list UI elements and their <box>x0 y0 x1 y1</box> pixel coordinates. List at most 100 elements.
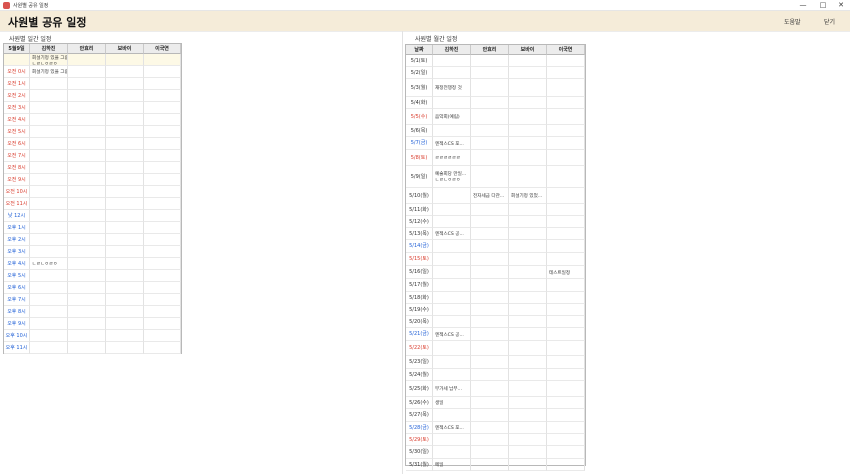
daily-row-label[interactable]: 오후 7시 <box>4 294 30 306</box>
monthly-row-label[interactable]: 5/30(일) <box>406 446 433 459</box>
daily-cell[interactable] <box>106 90 144 102</box>
monthly-cell[interactable] <box>547 369 585 381</box>
daily-cell[interactable] <box>68 306 106 318</box>
daily-cell[interactable] <box>68 150 106 162</box>
monthly-cell[interactable] <box>471 381 509 397</box>
daily-cell[interactable] <box>30 246 68 258</box>
monthly-cell[interactable] <box>471 253 509 266</box>
daily-row-label[interactable] <box>4 54 30 66</box>
monthly-cell[interactable] <box>547 228 585 240</box>
monthly-row-label[interactable]: 5/21(금) <box>406 328 433 341</box>
daily-cell[interactable] <box>30 270 68 282</box>
monthly-row-label[interactable]: 5/8(토) <box>406 150 433 166</box>
monthly-schedule-entry[interactable]: 엔젝스CS 공... <box>435 332 470 338</box>
monthly-cell[interactable] <box>433 434 471 446</box>
daily-row-label[interactable]: 오전 11시 <box>4 198 30 210</box>
daily-cell[interactable] <box>68 330 106 342</box>
monthly-row-label[interactable]: 5/31(월) <box>406 459 433 471</box>
monthly-schedule-entry[interactable]: 엔젝스CS 포... <box>435 425 470 431</box>
daily-cell[interactable] <box>106 126 144 138</box>
monthly-cell[interactable] <box>433 279 471 292</box>
daily-cell[interactable] <box>30 318 68 330</box>
monthly-column-header-2[interactable]: 안효리 <box>471 45 509 55</box>
monthly-row-label[interactable]: 5/12(수) <box>406 216 433 228</box>
daily-row-label[interactable]: 오전 3시 <box>4 102 30 114</box>
daily-cell[interactable] <box>144 126 181 138</box>
daily-cell[interactable] <box>68 90 106 102</box>
daily-cell[interactable] <box>144 330 181 342</box>
daily-cell[interactable] <box>68 126 106 138</box>
daily-cell[interactable] <box>144 174 181 186</box>
monthly-cell[interactable] <box>433 253 471 266</box>
monthly-cell[interactable] <box>471 279 509 292</box>
monthly-cell[interactable] <box>547 137 585 150</box>
daily-cell[interactable] <box>30 90 68 102</box>
daily-schedule-entry[interactable]: ㄴㄹㄴㅇㄹㅇ <box>32 261 67 267</box>
daily-cell[interactable] <box>30 234 68 246</box>
monthly-cell[interactable] <box>547 292 585 304</box>
monthly-cell[interactable] <box>433 341 471 356</box>
monthly-row-label[interactable]: 5/4(화) <box>406 97 433 109</box>
monthly-row-label[interactable]: 5/23(일) <box>406 356 433 369</box>
daily-cell[interactable] <box>144 306 181 318</box>
daily-cell[interactable] <box>106 150 144 162</box>
monthly-cell[interactable] <box>433 292 471 304</box>
monthly-cell[interactable] <box>547 240 585 253</box>
monthly-cell[interactable] <box>471 341 509 356</box>
monthly-cell[interactable] <box>433 188 471 204</box>
monthly-cell[interactable] <box>509 228 547 240</box>
daily-cell[interactable] <box>30 186 68 198</box>
monthly-row-label[interactable]: 5/7(금) <box>406 137 433 150</box>
daily-row-label[interactable]: 오후 10시 <box>4 330 30 342</box>
daily-cell[interactable] <box>144 234 181 246</box>
monthly-column-header-1[interactable]: 김하진 <box>433 45 471 55</box>
monthly-cell[interactable] <box>509 446 547 459</box>
monthly-cell[interactable] <box>509 166 547 188</box>
daily-cell[interactable] <box>106 78 144 90</box>
monthly-row-label[interactable]: 5/19(수) <box>406 304 433 316</box>
monthly-cell[interactable] <box>471 409 509 422</box>
monthly-cell[interactable] <box>471 328 509 341</box>
daily-cell[interactable] <box>106 162 144 174</box>
daily-cell[interactable] <box>106 258 144 270</box>
monthly-cell[interactable] <box>471 316 509 328</box>
daily-cell[interactable] <box>144 162 181 174</box>
monthly-cell[interactable] <box>471 97 509 109</box>
daily-cell[interactable] <box>68 162 106 174</box>
daily-cell[interactable] <box>106 66 144 78</box>
daily-row-label[interactable]: 오전 10시 <box>4 186 30 198</box>
monthly-cell[interactable] <box>509 109 547 125</box>
daily-cell[interactable] <box>144 102 181 114</box>
daily-cell[interactable] <box>68 318 106 330</box>
monthly-cell[interactable] <box>547 381 585 397</box>
monthly-cell[interactable] <box>471 434 509 446</box>
daily-column-header-4[interactable]: 이국연 <box>144 44 181 54</box>
monthly-cell[interactable] <box>471 459 509 471</box>
daily-cell[interactable] <box>106 114 144 126</box>
monthly-schedule-entry[interactable]: 전자세금 다관... <box>473 193 508 199</box>
monthly-row-label[interactable]: 5/13(목) <box>406 228 433 240</box>
daily-cell[interactable] <box>68 210 106 222</box>
monthly-cell[interactable] <box>471 369 509 381</box>
monthly-row-label[interactable]: 5/15(토) <box>406 253 433 266</box>
daily-cell[interactable] <box>68 114 106 126</box>
daily-cell[interactable] <box>68 234 106 246</box>
monthly-cell[interactable] <box>547 216 585 228</box>
monthly-row-label[interactable]: 5/17(월) <box>406 279 433 292</box>
monthly-cell[interactable] <box>547 459 585 471</box>
monthly-schedule-entry[interactable]: 메일 <box>435 462 470 468</box>
daily-column-header-1[interactable]: 김하진 <box>30 44 68 54</box>
monthly-cell[interactable] <box>509 125 547 137</box>
daily-cell[interactable] <box>106 246 144 258</box>
monthly-schedule-entry[interactable]: 부가세 납부... <box>435 386 470 392</box>
daily-row-label[interactable]: 오전 4시 <box>4 114 30 126</box>
daily-cell[interactable] <box>68 294 106 306</box>
monthly-schedule-entry[interactable]: 회설기정 있었... <box>511 193 546 199</box>
monthly-cell[interactable] <box>471 397 509 409</box>
monthly-cell[interactable] <box>433 369 471 381</box>
monthly-cell[interactable] <box>547 125 585 137</box>
daily-cell[interactable] <box>144 318 181 330</box>
monthly-schedule-entry[interactable]: 테스트일정 <box>549 270 584 276</box>
monthly-cell[interactable] <box>471 109 509 125</box>
monthly-cell[interactable] <box>509 253 547 266</box>
